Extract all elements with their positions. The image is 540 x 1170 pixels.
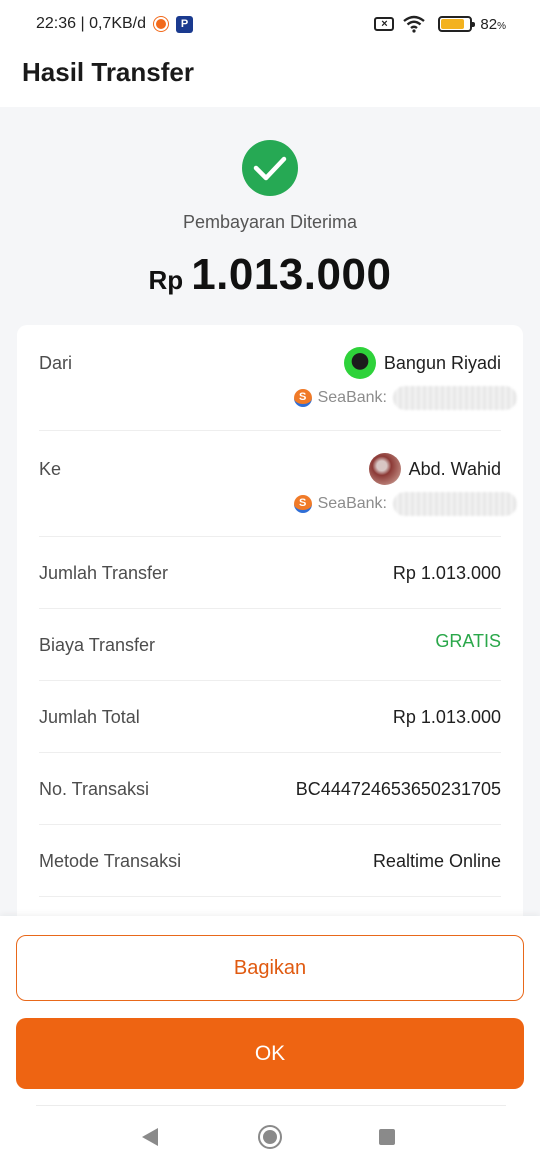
sender-bank-label: SeaBank: [317,389,387,406]
status-right: × 82% [374,15,506,33]
recipient-avatar [368,453,401,485]
recipient: Abd. Wahid [368,453,501,485]
battery-icon [438,16,476,32]
sender-bank: S SeaBank: [293,386,517,410]
status-time-speed: 22:36 | 0,7KB/d [36,15,147,32]
to-label: Ke [39,459,62,479]
ok-button[interactable]: OK [16,1018,524,1089]
page-title: Hasil Transfer [22,57,194,87]
home-dot [263,1130,277,1144]
sender-account-redacted [393,386,517,410]
from-row: Dari Bangun Riyadi S SeaBank: [39,325,517,431]
detail-label: Metode Transaksi [39,851,182,871]
share-button[interactable]: Bagikan [16,935,524,1001]
detail-value: Realtime Online [372,851,501,871]
seabank-notification-icon [154,17,169,31]
sender: Bangun Riyadi [343,347,501,379]
detail-value: Rp 1.013.000 [392,563,501,583]
amount-value: 1.013.000 [191,250,392,299]
check-circle-icon [242,140,298,196]
transaction-number-value: BC444724653650231705 [295,779,501,799]
recent-apps-icon[interactable] [379,1129,395,1145]
nav-divider [36,1105,506,1106]
recipient-account-redacted [393,492,517,516]
recipient-bank: S SeaBank: [293,492,517,516]
sender-name: Bangun Riyadi [383,352,501,373]
seabank-logo-icon: S [293,389,312,407]
detail-label: Biaya Transfer [39,635,156,655]
detail-row-total-amount: Jumlah Total Rp 1.013.000 [39,681,501,753]
bottom-action-panel: Bagikan OK [0,916,540,1170]
status-bar: 22:36 | 0,7KB/d P × 82% [0,0,540,48]
battery-percent: 82% [480,15,506,33]
app-header: Hasil Transfer [0,48,540,107]
seabank-logo-icon: S [293,495,312,513]
home-icon[interactable] [258,1125,282,1149]
detail-row-transaction-no: No. Transaksi BC444724653650231705 [39,753,501,825]
sender-avatar [343,347,376,379]
sim-none-icon: × [374,17,395,31]
detail-label: Jumlah Total [39,707,140,727]
battery-fill [441,19,465,29]
detail-row-transfer-fee: Biaya Transfer GRATIS [39,609,501,681]
status-left: 22:36 | 0,7KB/d P [36,15,194,33]
to-row: Ke Abd. Wahid S SeaBank: [39,431,517,537]
transfer-amount: Rp 1.013.000 [0,250,540,300]
detail-value: Rp 1.013.000 [392,707,501,727]
fee-free-value: GRATIS [435,631,501,651]
transfer-details-card: Dari Bangun Riyadi S SeaBank: Ke Abd. Wa… [17,325,523,945]
recipient-bank-label: SeaBank: [317,495,387,512]
from-label: Dari [39,353,73,373]
wifi-icon [403,15,426,33]
back-icon[interactable] [142,1128,158,1146]
paypal-notification-icon: P [176,15,194,33]
detail-row-transfer-amount: Jumlah Transfer Rp 1.013.000 [39,537,501,609]
detail-label: No. Transaksi [39,779,150,799]
detail-row-transaction-method: Metode Transaksi Realtime Online [39,825,501,897]
recipient-name: Abd. Wahid [408,458,501,479]
detail-label: Jumlah Transfer [39,563,169,583]
payment-status-text: Pembayaran Diterima [182,212,358,232]
amount-currency: Rp [148,265,184,295]
